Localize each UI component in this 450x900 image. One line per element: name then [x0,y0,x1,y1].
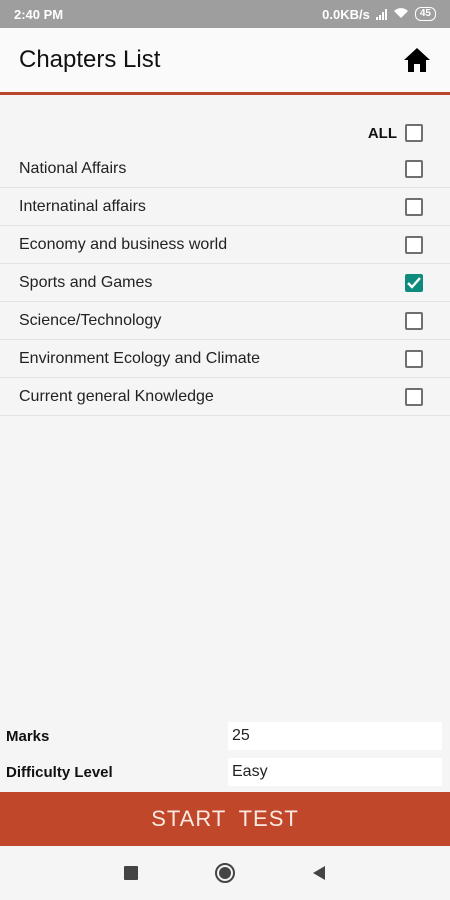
chapter-checkbox[interactable] [405,387,423,406]
square-icon [124,866,138,880]
chapter-checkbox[interactable] [405,273,423,292]
chapter-row[interactable]: Current general Knowledge [0,378,450,416]
back-button[interactable] [272,846,366,900]
difficulty-label: Difficulty Level [6,763,113,781]
back-triangle-icon [313,866,325,880]
chapter-checkbox[interactable] [405,159,423,178]
chapter-name: Environment Ecology and Climate [19,349,261,367]
chapter-checkbox[interactable] [405,235,423,254]
difficulty-row: Difficulty Level Easy [0,757,450,787]
chapter-checkbox[interactable] [405,349,423,368]
chapter-name: Sports and Games [19,273,153,291]
signal-icon [375,8,387,20]
chapter-row[interactable]: Science/Technology [0,302,450,340]
select-all-checkbox[interactable] [405,124,423,142]
marks-input[interactable]: 25 [228,722,442,750]
chapter-name: Internatinal affairs [19,197,146,215]
app-bar: Chapters List [0,28,450,95]
home-nav-button[interactable] [178,846,272,900]
home-button[interactable] [402,45,432,75]
chapter-checkbox[interactable] [405,197,423,216]
battery-icon: 45 [414,7,436,21]
home-icon [404,48,430,72]
chapter-name: Science/Technology [19,311,162,329]
marks-label: Marks [6,727,50,745]
status-time: 2:40 PM [14,6,64,22]
chapter-checkbox[interactable] [405,311,423,330]
chapter-name: Economy and business world [19,235,228,253]
chapter-row[interactable]: Internatinal affairs [0,188,450,226]
chapter-name: Current general Knowledge [19,387,214,405]
recent-apps-button[interactable] [84,846,178,900]
start-test-button[interactable]: START TEST [0,792,450,846]
chapter-row[interactable]: Environment Ecology and Climate [0,340,450,378]
page-title: Chapters List [19,46,161,73]
chapters-list: National Affairs Internatinal affairs Econ… [0,150,450,416]
network-speed: 0.0KB/s [322,6,370,22]
chapter-row[interactable]: National Affairs [0,150,450,188]
circle-icon [215,863,235,883]
status-right: 0.0KB/s 45 [322,7,436,22]
select-all-row: ALL [0,118,450,148]
wifi-icon [393,7,409,22]
select-all-label: ALL [367,124,397,142]
chapter-name: National Affairs [19,159,127,177]
difficulty-select[interactable]: Easy [228,758,442,786]
status-bar: 2:40 PM 0.0KB/s 45 [0,0,450,28]
chapter-row[interactable]: Sports and Games [0,264,450,302]
chapter-row[interactable]: Economy and business world [0,226,450,264]
marks-row: Marks 25 [0,721,450,751]
system-nav-bar [0,846,450,900]
